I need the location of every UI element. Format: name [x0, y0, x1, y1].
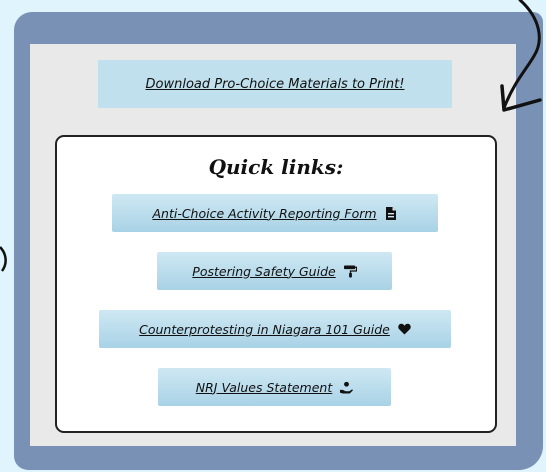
paint-roller-icon — [343, 264, 357, 278]
quick-links-title: Quick links: — [208, 155, 344, 179]
download-materials-button[interactable]: Download Pro-Choice Materials to Print! — [98, 60, 452, 108]
file-icon — [385, 206, 398, 220]
decorative-curve — [0, 246, 7, 272]
hand-drawn-arrow — [500, 0, 542, 112]
reporting-form-label: Anti-Choice Activity Reporting Form — [152, 205, 377, 221]
counterprotesting-guide-label: Counterprotesting in Niagara 101 Guide — [139, 321, 390, 337]
values-statement-link[interactable]: NRJ Values Statement — [158, 368, 391, 406]
postering-guide-label: Postering Safety Guide — [192, 263, 336, 279]
postering-guide-link[interactable]: Postering Safety Guide — [157, 252, 392, 290]
counterprotesting-guide-link[interactable]: Counterprotesting in Niagara 101 Guide — [99, 310, 451, 348]
hand-holding-icon — [340, 381, 354, 394]
reporting-form-link[interactable]: Anti-Choice Activity Reporting Form — [112, 194, 438, 232]
heart-icon — [398, 323, 411, 336]
values-statement-label: NRJ Values Statement — [195, 379, 333, 395]
